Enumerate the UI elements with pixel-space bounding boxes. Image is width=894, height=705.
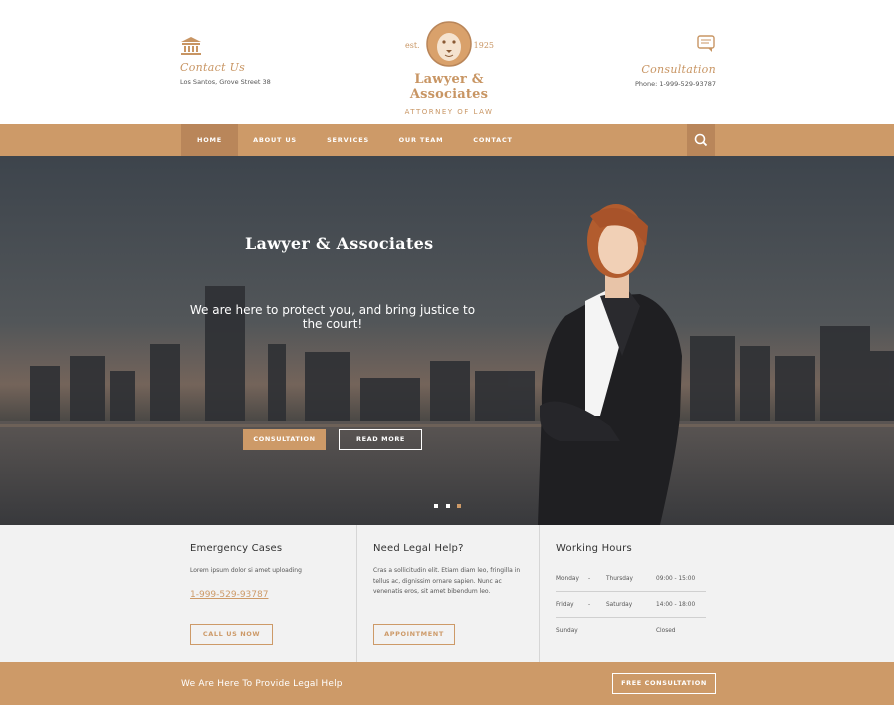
column-divider <box>539 525 540 662</box>
site-header: Contact Us Los Santos, Grove Street 38 e… <box>0 0 894 124</box>
hero-consultation-button[interactable]: CONSULTATION <box>243 429 326 450</box>
lion-icon <box>426 21 472 67</box>
cta-bar: We Are Here To Provide Legal Help FREE C… <box>0 662 894 705</box>
slider-dot-3[interactable] <box>457 504 461 508</box>
logo-year: 1925 <box>473 41 494 50</box>
hours-to: Thursday <box>606 576 633 582</box>
contact-address: Los Santos, Grove Street 38 <box>180 78 271 86</box>
hero-subtitle: We are here to protect you, and bring ju… <box>189 303 476 331</box>
working-hours-heading: Working Hours <box>556 543 632 554</box>
column-divider <box>356 525 357 662</box>
nav-item-about-us[interactable]: ABOUT US <box>245 124 305 156</box>
hours-from: Sunday <box>556 628 578 634</box>
hours-row: Friday - Saturday 14:00 - 18:00 <box>556 592 706 618</box>
main-nav: HOME ABOUT US SERVICES OUR TEAM CONTACT <box>0 124 894 156</box>
logo-est: est. <box>405 41 420 50</box>
speech-bubble-icon <box>696 34 716 54</box>
slider-dot-1[interactable] <box>434 504 438 508</box>
site-logo[interactable]: est. 1925 Lawyer & Associates ATTORNEY O… <box>374 20 524 116</box>
hours-sep: - <box>588 576 591 582</box>
cta-text: We Are Here To Provide Legal Help <box>181 679 343 689</box>
hours-time: Closed <box>656 628 676 634</box>
emergency-text: Lorem ipsum dolor si amet uploading <box>190 567 302 574</box>
hours-from: Friday <box>556 602 574 608</box>
hours-row: Monday - Thursday 09:00 - 15:00 <box>556 566 706 592</box>
info-section: Emergency Cases Lorem ipsum dolor si ame… <box>0 525 894 662</box>
legal-help-heading: Need Legal Help? <box>373 543 464 554</box>
appointment-button[interactable]: APPOINTMENT <box>373 624 455 645</box>
hours-row: Sunday Closed <box>556 618 706 644</box>
consultation-phone: Phone: 1-999-529-93787 <box>634 80 716 88</box>
lawyer-portrait <box>538 204 682 525</box>
free-consultation-button[interactable]: FREE CONSULTATION <box>612 673 716 694</box>
call-us-now-button[interactable]: CALL US NOW <box>190 624 273 645</box>
hours-table: Monday - Thursday 09:00 - 15:00 Friday -… <box>556 566 706 644</box>
hours-sep: - <box>588 602 591 608</box>
hours-to: Saturday <box>606 602 633 608</box>
legal-help-column: Need Legal Help? Cras a sollicitudin eli… <box>373 525 525 662</box>
brand-name: Lawyer & Associates <box>409 72 489 102</box>
contact-title[interactable]: Contact Us <box>180 61 340 74</box>
nav-item-our-team[interactable]: OUR TEAM <box>392 124 450 156</box>
emergency-phone-link[interactable]: 1-999-529-93787 <box>190 590 350 600</box>
brand-tagline: ATTORNEY OF LAW <box>404 108 494 116</box>
hours-time: 09:00 - 15:00 <box>656 576 696 582</box>
nav-item-services[interactable]: SERVICES <box>320 124 376 156</box>
contact-block: Contact Us Los Santos, Grove Street 38 <box>180 36 340 86</box>
search-button[interactable] <box>687 124 715 156</box>
emergency-column: Emergency Cases Lorem ipsum dolor si ame… <box>190 525 350 662</box>
hours-from: Monday <box>556 576 579 582</box>
legal-help-text: Cras a sollicitudin elit. Etiam diam leo… <box>373 567 521 595</box>
consultation-block: Consultation Phone: 1-999-529-93787 <box>556 34 716 88</box>
consultation-title[interactable]: Consultation <box>556 63 716 76</box>
hero-read-more-button[interactable]: READ MORE <box>339 429 422 450</box>
search-icon <box>694 133 708 147</box>
courthouse-icon <box>180 36 202 56</box>
hero-title: Lawyer & Associates <box>245 234 434 253</box>
slider-dots <box>434 504 464 510</box>
hero-slider: Lawyer & Associates We are here to prote… <box>0 156 894 525</box>
nav-item-home[interactable]: HOME <box>181 124 238 156</box>
working-hours-column: Working Hours Monday - Thursday 09:00 - … <box>556 525 706 662</box>
nav-item-contact[interactable]: CONTACT <box>466 124 520 156</box>
emergency-heading: Emergency Cases <box>190 543 283 554</box>
slider-dot-2[interactable] <box>446 504 450 508</box>
hours-time: 14:00 - 18:00 <box>656 602 696 608</box>
